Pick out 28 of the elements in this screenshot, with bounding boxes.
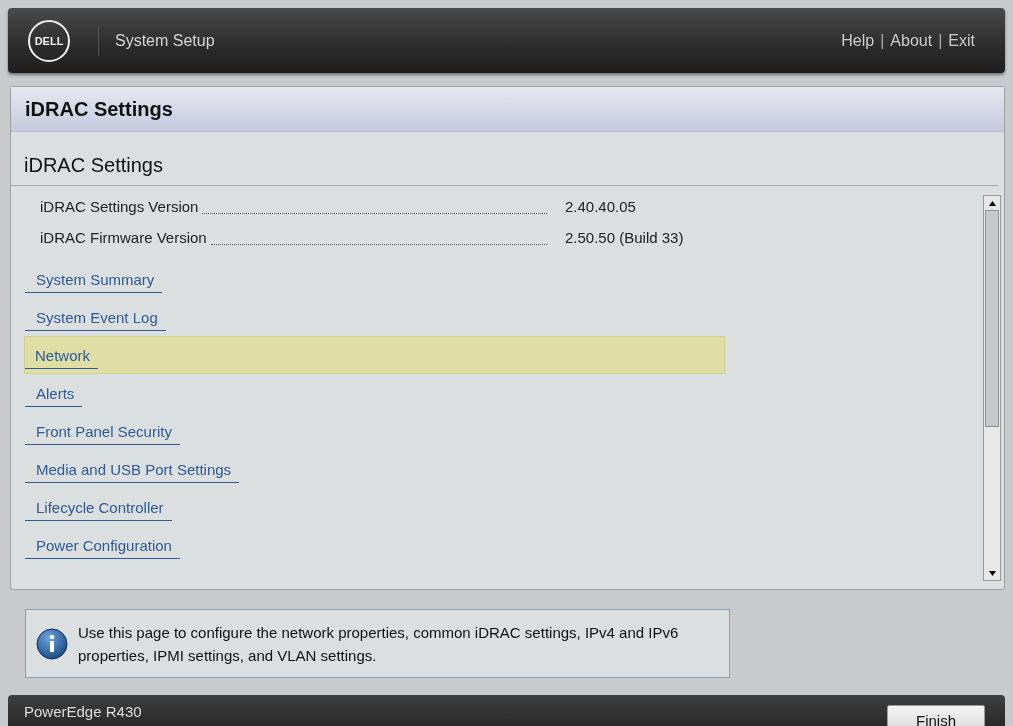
header-link[interactable]: Help bbox=[841, 31, 875, 50]
header-link[interactable]: About bbox=[890, 31, 933, 50]
help-text: Use this page to configure the network properties, common iDRAC settings, IPv4 and IPv6 properties, IPMI settings, and VLAN settings. bbox=[78, 622, 680, 666]
header-link[interactable]: Exit bbox=[948, 31, 975, 50]
menu-link[interactable]: Front Panel Security bbox=[25, 423, 180, 445]
app-title: System Setup bbox=[115, 31, 215, 50]
info-icon bbox=[36, 627, 68, 660]
field-label: iDRAC Settings Version bbox=[40, 198, 199, 215]
menu-link[interactable]: System Summary bbox=[25, 271, 163, 293]
field-value: 2.50.50 (Build 33) bbox=[565, 229, 685, 246]
scrollbar[interactable] bbox=[983, 195, 1001, 581]
field-value: 2.40.40.05 bbox=[565, 198, 637, 215]
separator: | bbox=[938, 31, 943, 50]
section-heading: iDRAC Settings bbox=[11, 132, 998, 186]
menu-link[interactable]: Media and USB Port Settings bbox=[25, 461, 240, 483]
menu-link[interactable]: Lifecycle Controller bbox=[25, 499, 172, 521]
finish-button[interactable]: Finish bbox=[887, 705, 985, 726]
model-name: PowerEdge R430 bbox=[24, 703, 142, 720]
field-label: iDRAC Firmware Version bbox=[40, 229, 207, 246]
separator: | bbox=[880, 31, 885, 50]
menu-link[interactable]: Network bbox=[25, 347, 98, 369]
menu-link[interactable]: System Event Log bbox=[25, 309, 166, 331]
selected-row[interactable]: Network bbox=[24, 336, 725, 374]
menu-link[interactable]: Alerts bbox=[25, 385, 83, 407]
panel-title: iDRAC Settings bbox=[11, 87, 1004, 132]
menu-link[interactable]: Power Configuration bbox=[25, 537, 180, 559]
scroll-thumb[interactable] bbox=[985, 210, 999, 427]
dell-logo: DELL bbox=[28, 19, 70, 62]
